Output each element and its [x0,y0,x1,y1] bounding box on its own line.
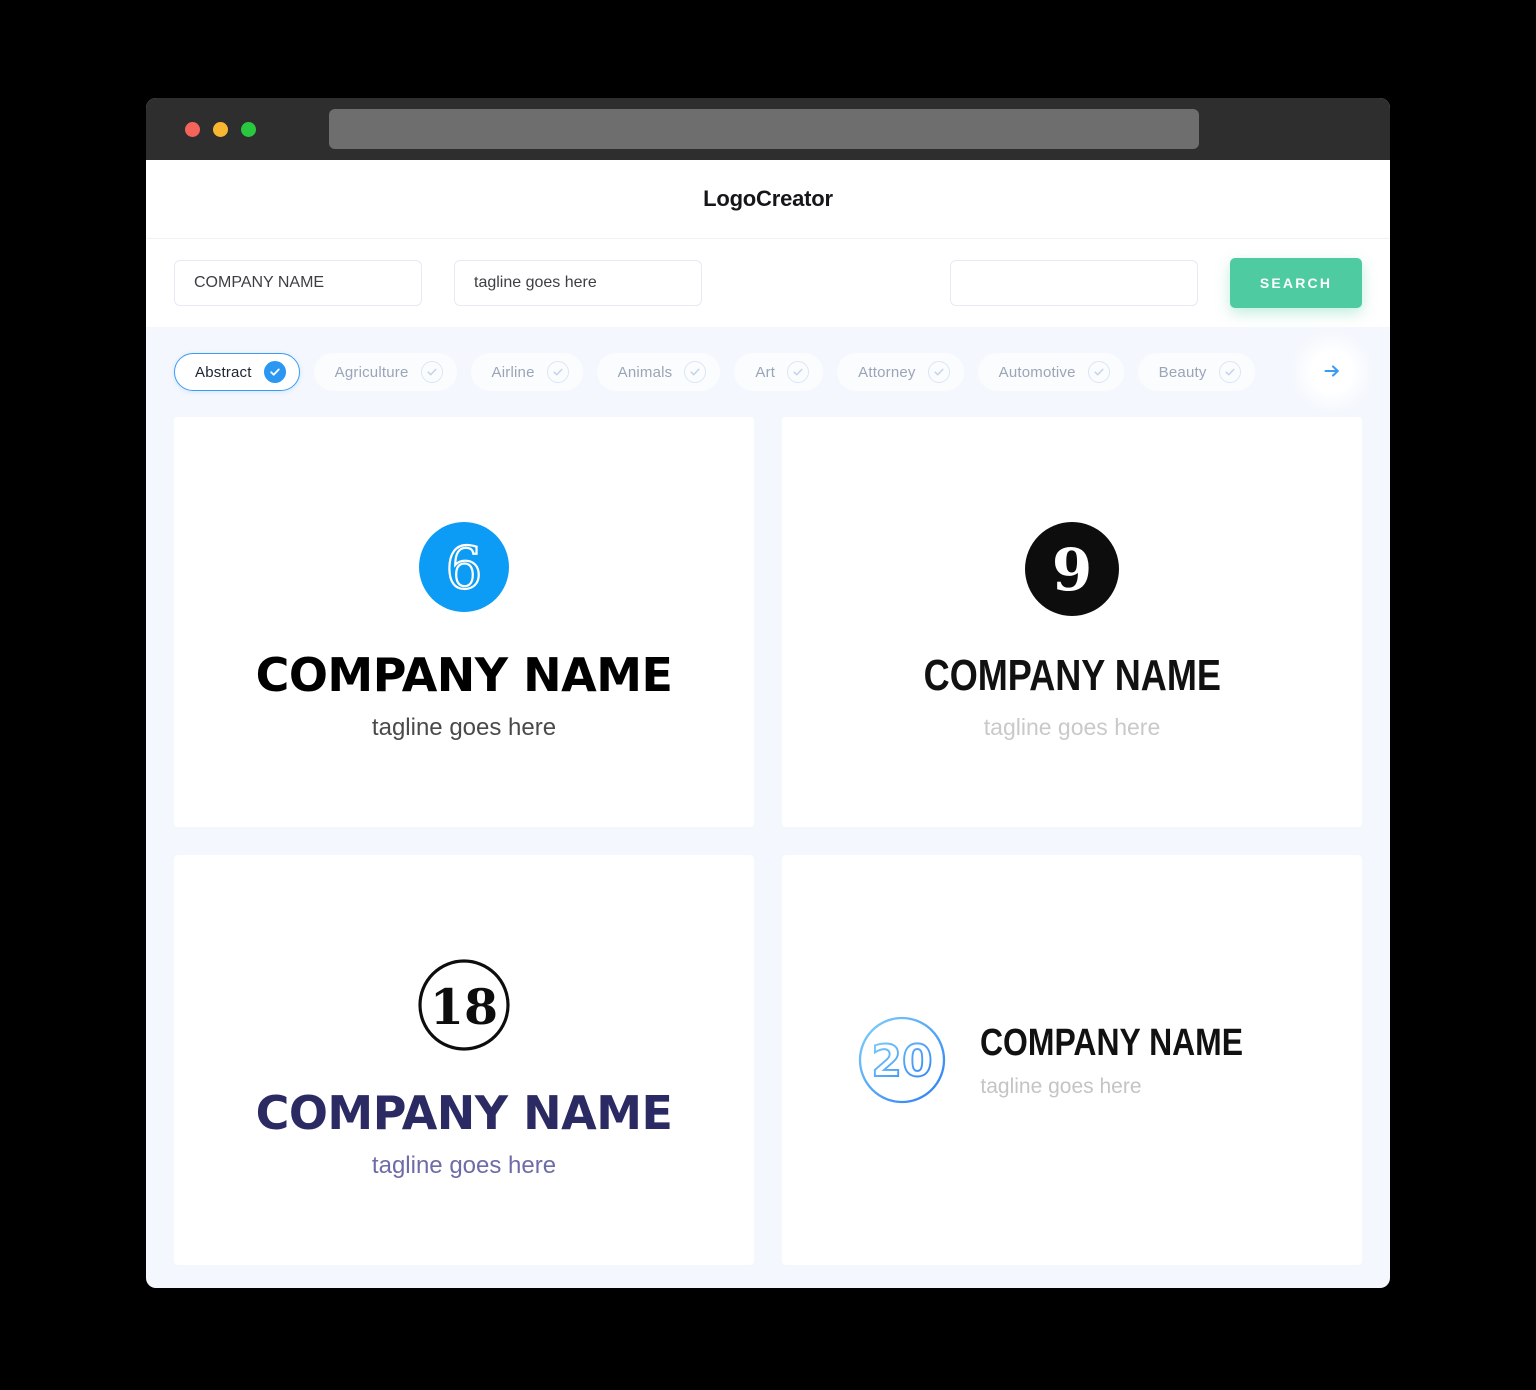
check-circle-icon [263,361,286,383]
company-name-input[interactable] [174,260,422,306]
maximize-window-button[interactable] [241,121,256,137]
close-window-button[interactable] [185,121,200,137]
search-bar: SEARCH [146,239,1390,327]
logo-tagline-text: tagline goes here [371,1152,557,1179]
logo-brand-text: COMPANY NAME [923,650,1221,700]
category-chip-label: Abstract [195,363,252,381]
category-chip-label: Animals [617,363,673,381]
search-button[interactable]: SEARCH [1230,258,1362,308]
app-title: LogoCreator [703,186,833,211]
category-chip-label: Attorney [858,363,916,381]
category-chip-label: Art [755,363,776,381]
category-chip-airline[interactable]: Airline [470,353,583,391]
app-header: LogoCreator [146,160,1390,239]
check-circle-icon [787,361,810,383]
check-circle-icon [927,361,950,383]
category-chip-label: Airline [491,363,535,381]
check-circle-icon [684,361,707,383]
logo-brand-text: COMPANY NAME [980,1021,1244,1064]
arrow-right-icon [1322,361,1342,384]
svg-text:20: 20 [872,1036,933,1087]
svg-text:18: 18 [430,978,498,1036]
category-chip-automotive[interactable]: Automotive [977,353,1124,391]
tagline-input[interactable] [454,260,702,306]
logo-card[interactable]: 6 COMPANY NAME tagline goes here [174,417,754,827]
logo-results-grid: 6 COMPANY NAME tagline goes here 9 COMPA… [146,417,1390,1265]
logo-tagline-text: tagline goes here [371,714,557,741]
svg-text:6: 6 [446,534,483,602]
logo-mark-icon: 20 [859,1016,946,1104]
logo-brand-text: COMPANY NAME [255,648,673,702]
logo-mark-icon: 9 [1025,521,1119,616]
logo-mark-icon: 6 [418,522,509,612]
browser-window: LogoCreator SEARCH Abstract Agriculture … [146,98,1390,1288]
logo-card[interactable]: 9 COMPANY NAME tagline goes here [782,417,1362,827]
check-circle-icon [546,361,569,383]
check-circle-icon [1087,361,1110,383]
logo-tagline-text: tagline goes here [983,713,1161,740]
logo-card[interactable]: 18 COMPANY NAME tagline goes here [174,855,754,1265]
logo-tagline-text: tagline goes here [980,1074,1142,1098]
category-chip-label: Beauty [1158,363,1207,381]
address-bar[interactable] [329,109,1199,149]
minimize-window-button[interactable] [213,121,228,137]
category-chip-agriculture[interactable]: Agriculture [313,353,457,391]
category-chip-animals[interactable]: Animals [596,353,721,391]
category-chip-art[interactable]: Art [734,353,824,391]
check-circle-icon [1218,361,1241,383]
svg-text:9: 9 [1052,536,1092,604]
window-controls [185,121,256,137]
category-chip-abstract[interactable]: Abstract [174,353,300,391]
category-chip-label: Automotive [998,363,1076,381]
categories-next-button[interactable] [1310,350,1354,394]
logo-mark-icon: 18 [418,959,510,1051]
category-chip-label: Agriculture [334,363,409,381]
keyword-input[interactable] [950,260,1198,306]
category-chip-attorney[interactable]: Attorney [837,353,964,391]
browser-titlebar [146,98,1390,160]
category-filter-bar: Abstract Agriculture Airline Animals Art [146,327,1390,417]
logo-brand-text: COMPANY NAME [255,1086,673,1140]
logo-card[interactable]: 20 COMPANY NAME tagline goes here [782,855,1362,1265]
check-circle-icon [420,361,443,383]
category-chip-beauty[interactable]: Beauty [1137,353,1255,391]
